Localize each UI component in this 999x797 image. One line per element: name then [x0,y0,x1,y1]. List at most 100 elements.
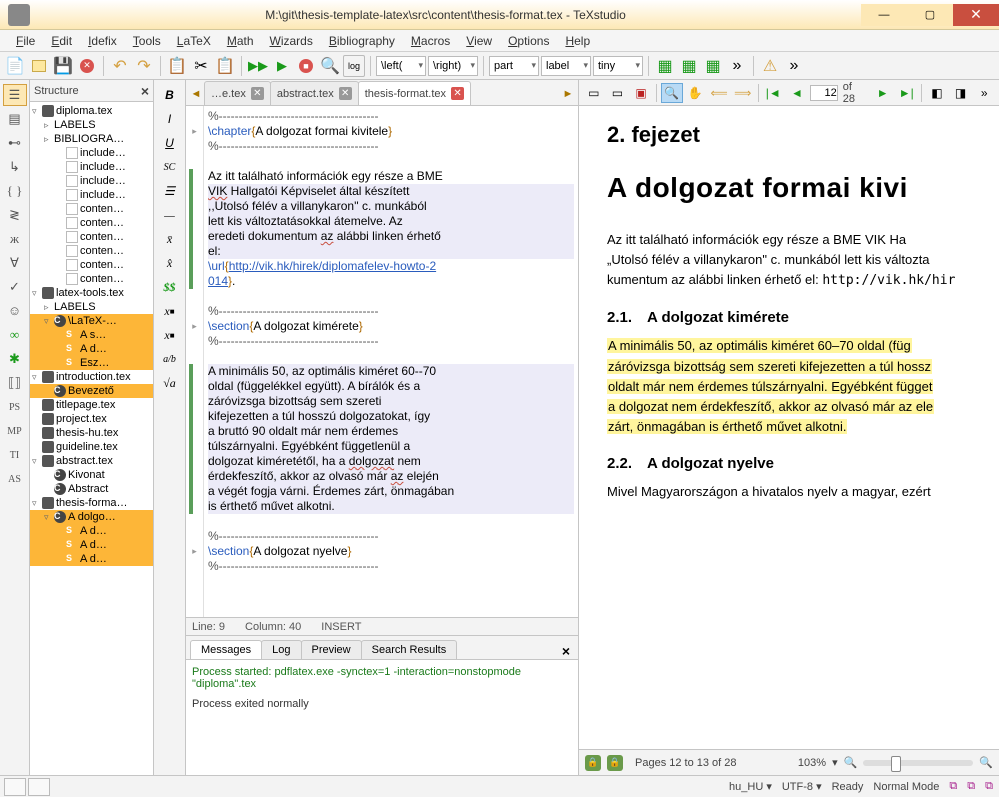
pdf-back-icon[interactable]: ⟸ [708,83,730,103]
pdf-document[interactable]: 2. fejezet A dolgozat formai kivi Az itt… [579,106,999,749]
bottom-panel1-button[interactable] [4,778,26,796]
tree-item[interactable]: guideline.tex [30,440,153,454]
pdf-overflow-icon[interactable]: » [973,83,995,103]
lock-icon[interactable]: 🔒 [585,755,601,771]
menu-latex[interactable]: LaTeX [169,34,219,48]
menu-file[interactable]: File [8,34,43,48]
encoding-select[interactable]: UTF-8 ▾ [782,780,822,793]
tab-close-icon[interactable]: ✕ [339,87,352,100]
message-tab-preview[interactable]: Preview [301,640,362,659]
zoom-out-icon[interactable]: 🔍 [844,756,858,769]
copy-button[interactable]: 📋 [166,55,188,77]
menu-button[interactable]: ☰ [157,180,183,202]
braces-icon[interactable]: { } [3,180,27,202]
cut-button[interactable]: ✂ [190,55,212,77]
bookmark1-icon[interactable]: ⧉ [949,780,957,793]
tree-item[interactable]: ▹BIBLIOGRA… [30,132,153,146]
infinity-icon[interactable]: ∞ [3,324,27,346]
tree-item[interactable]: project.tex [30,412,153,426]
table-left-icon[interactable]: ▦ [654,55,676,77]
view-log-button[interactable]: log [343,55,365,77]
tiny-select[interactable]: tiny [593,56,643,76]
tree-item[interactable]: conten… [30,202,153,216]
pdf-first-icon[interactable]: |◄ [762,83,784,103]
code-editor[interactable]: ▸▸▸ %-----------------------------------… [186,106,578,617]
tree-item[interactable]: ▿latex-tools.tex [30,286,153,300]
dollars-button[interactable]: $$ [157,276,183,298]
tree-item[interactable]: ▹LABELS [30,300,153,314]
redo-button[interactable]: ↷ [133,55,155,77]
tab-close-icon[interactable]: ✕ [251,87,264,100]
message-close-button[interactable]: × [562,643,574,659]
message-tab-search-results[interactable]: Search Results [361,640,458,659]
table-right-icon[interactable]: ▦ [702,55,724,77]
underline-button[interactable]: U [157,132,183,154]
editor-tab[interactable]: thesis-format.tex✕ [358,81,471,105]
tree-item[interactable]: conten… [30,216,153,230]
pdf-grid2-icon[interactable]: ▭ [607,83,629,103]
view-pdf-button[interactable]: 🔍 [319,55,341,77]
menu-math[interactable]: Math [219,34,262,48]
zoom-slider[interactable] [863,760,973,766]
tree-item[interactable]: ▿thesis-forma… [30,496,153,510]
menu-macros[interactable]: Macros [403,34,458,48]
relation-icon[interactable]: ⊷ [3,132,27,154]
message-tab-messages[interactable]: Messages [190,640,262,659]
tree-item[interactable]: SA d… [30,552,153,566]
bottom-panel2-button[interactable] [28,778,50,796]
cyrillic-icon[interactable]: ж [3,228,27,250]
tree-item[interactable]: SA s… [30,328,153,342]
tree-item[interactable]: ▿abstract.tex [30,454,153,468]
overflow-button[interactable]: » [726,55,748,77]
menu-bibliography[interactable]: Bibliography [321,34,403,48]
tree-item[interactable]: include… [30,188,153,202]
symbols-icon[interactable]: ≷ [3,204,27,226]
ti-icon[interactable]: TI [3,444,27,466]
italic-button[interactable]: I [157,108,183,130]
language-select[interactable]: hu_HU ▾ [729,780,772,793]
editor-tab[interactable]: …e.tex✕ [204,81,271,105]
tree-item[interactable]: titlepage.tex [30,398,153,412]
tree-item[interactable]: SA d… [30,538,153,552]
tree-item[interactable]: SA d… [30,342,153,356]
xbar-button[interactable]: x̄ [157,228,183,250]
tree-item[interactable]: CKivonat [30,468,153,482]
structure-close-button[interactable]: × [141,83,149,99]
overflow2-button[interactable]: » [783,55,805,77]
tab-prev-button[interactable]: ◄ [188,83,204,105]
close-button[interactable]: ✕ [953,4,999,26]
bookmark3-icon[interactable]: ⧉ [985,780,993,793]
open-file-button[interactable] [28,55,50,77]
xsup-button[interactable]: x■ [157,324,183,346]
tree-item[interactable]: thesis-hu.tex [30,426,153,440]
left-delim-select[interactable]: \left( [376,56,426,76]
xsub-button[interactable]: x■ [157,300,183,322]
maximize-button[interactable]: ▢ [907,4,953,26]
paste-button[interactable]: 📋 [214,55,236,77]
tree-item[interactable]: SEsz… [30,356,153,370]
tab-next-button[interactable]: ► [560,83,576,105]
menu-idefix[interactable]: Idefix [80,34,125,48]
tree-item[interactable]: include… [30,174,153,188]
structure-panel-icon[interactable]: ☰ [3,84,27,106]
pdf-hand-icon[interactable]: ✋ [685,83,707,103]
tree-item[interactable]: ▿diploma.tex [30,104,153,118]
right-delim-select[interactable]: \right) [428,56,478,76]
tree-item[interactable]: SA d… [30,524,153,538]
tree-item[interactable]: conten… [30,258,153,272]
editor-tab[interactable]: abstract.tex✕ [270,81,359,105]
pdf-next-icon[interactable]: ► [872,83,894,103]
menu-view[interactable]: View [458,34,500,48]
pdf-page-input[interactable] [810,85,838,101]
bookmark2-icon[interactable]: ⧉ [967,780,975,793]
tree-item[interactable]: include… [30,160,153,174]
menu-help[interactable]: Help [557,34,598,48]
forall-icon[interactable]: ∀ [3,252,27,274]
tree-item[interactable]: conten… [30,230,153,244]
menu-edit[interactable]: Edit [43,34,80,48]
tree-item[interactable]: conten… [30,272,153,286]
sc-button[interactable]: SC [157,156,183,178]
xcap-button[interactable]: x̂ [157,252,183,274]
build-button[interactable]: ▶ [271,55,293,77]
tree-item[interactable]: CAbstract [30,482,153,496]
